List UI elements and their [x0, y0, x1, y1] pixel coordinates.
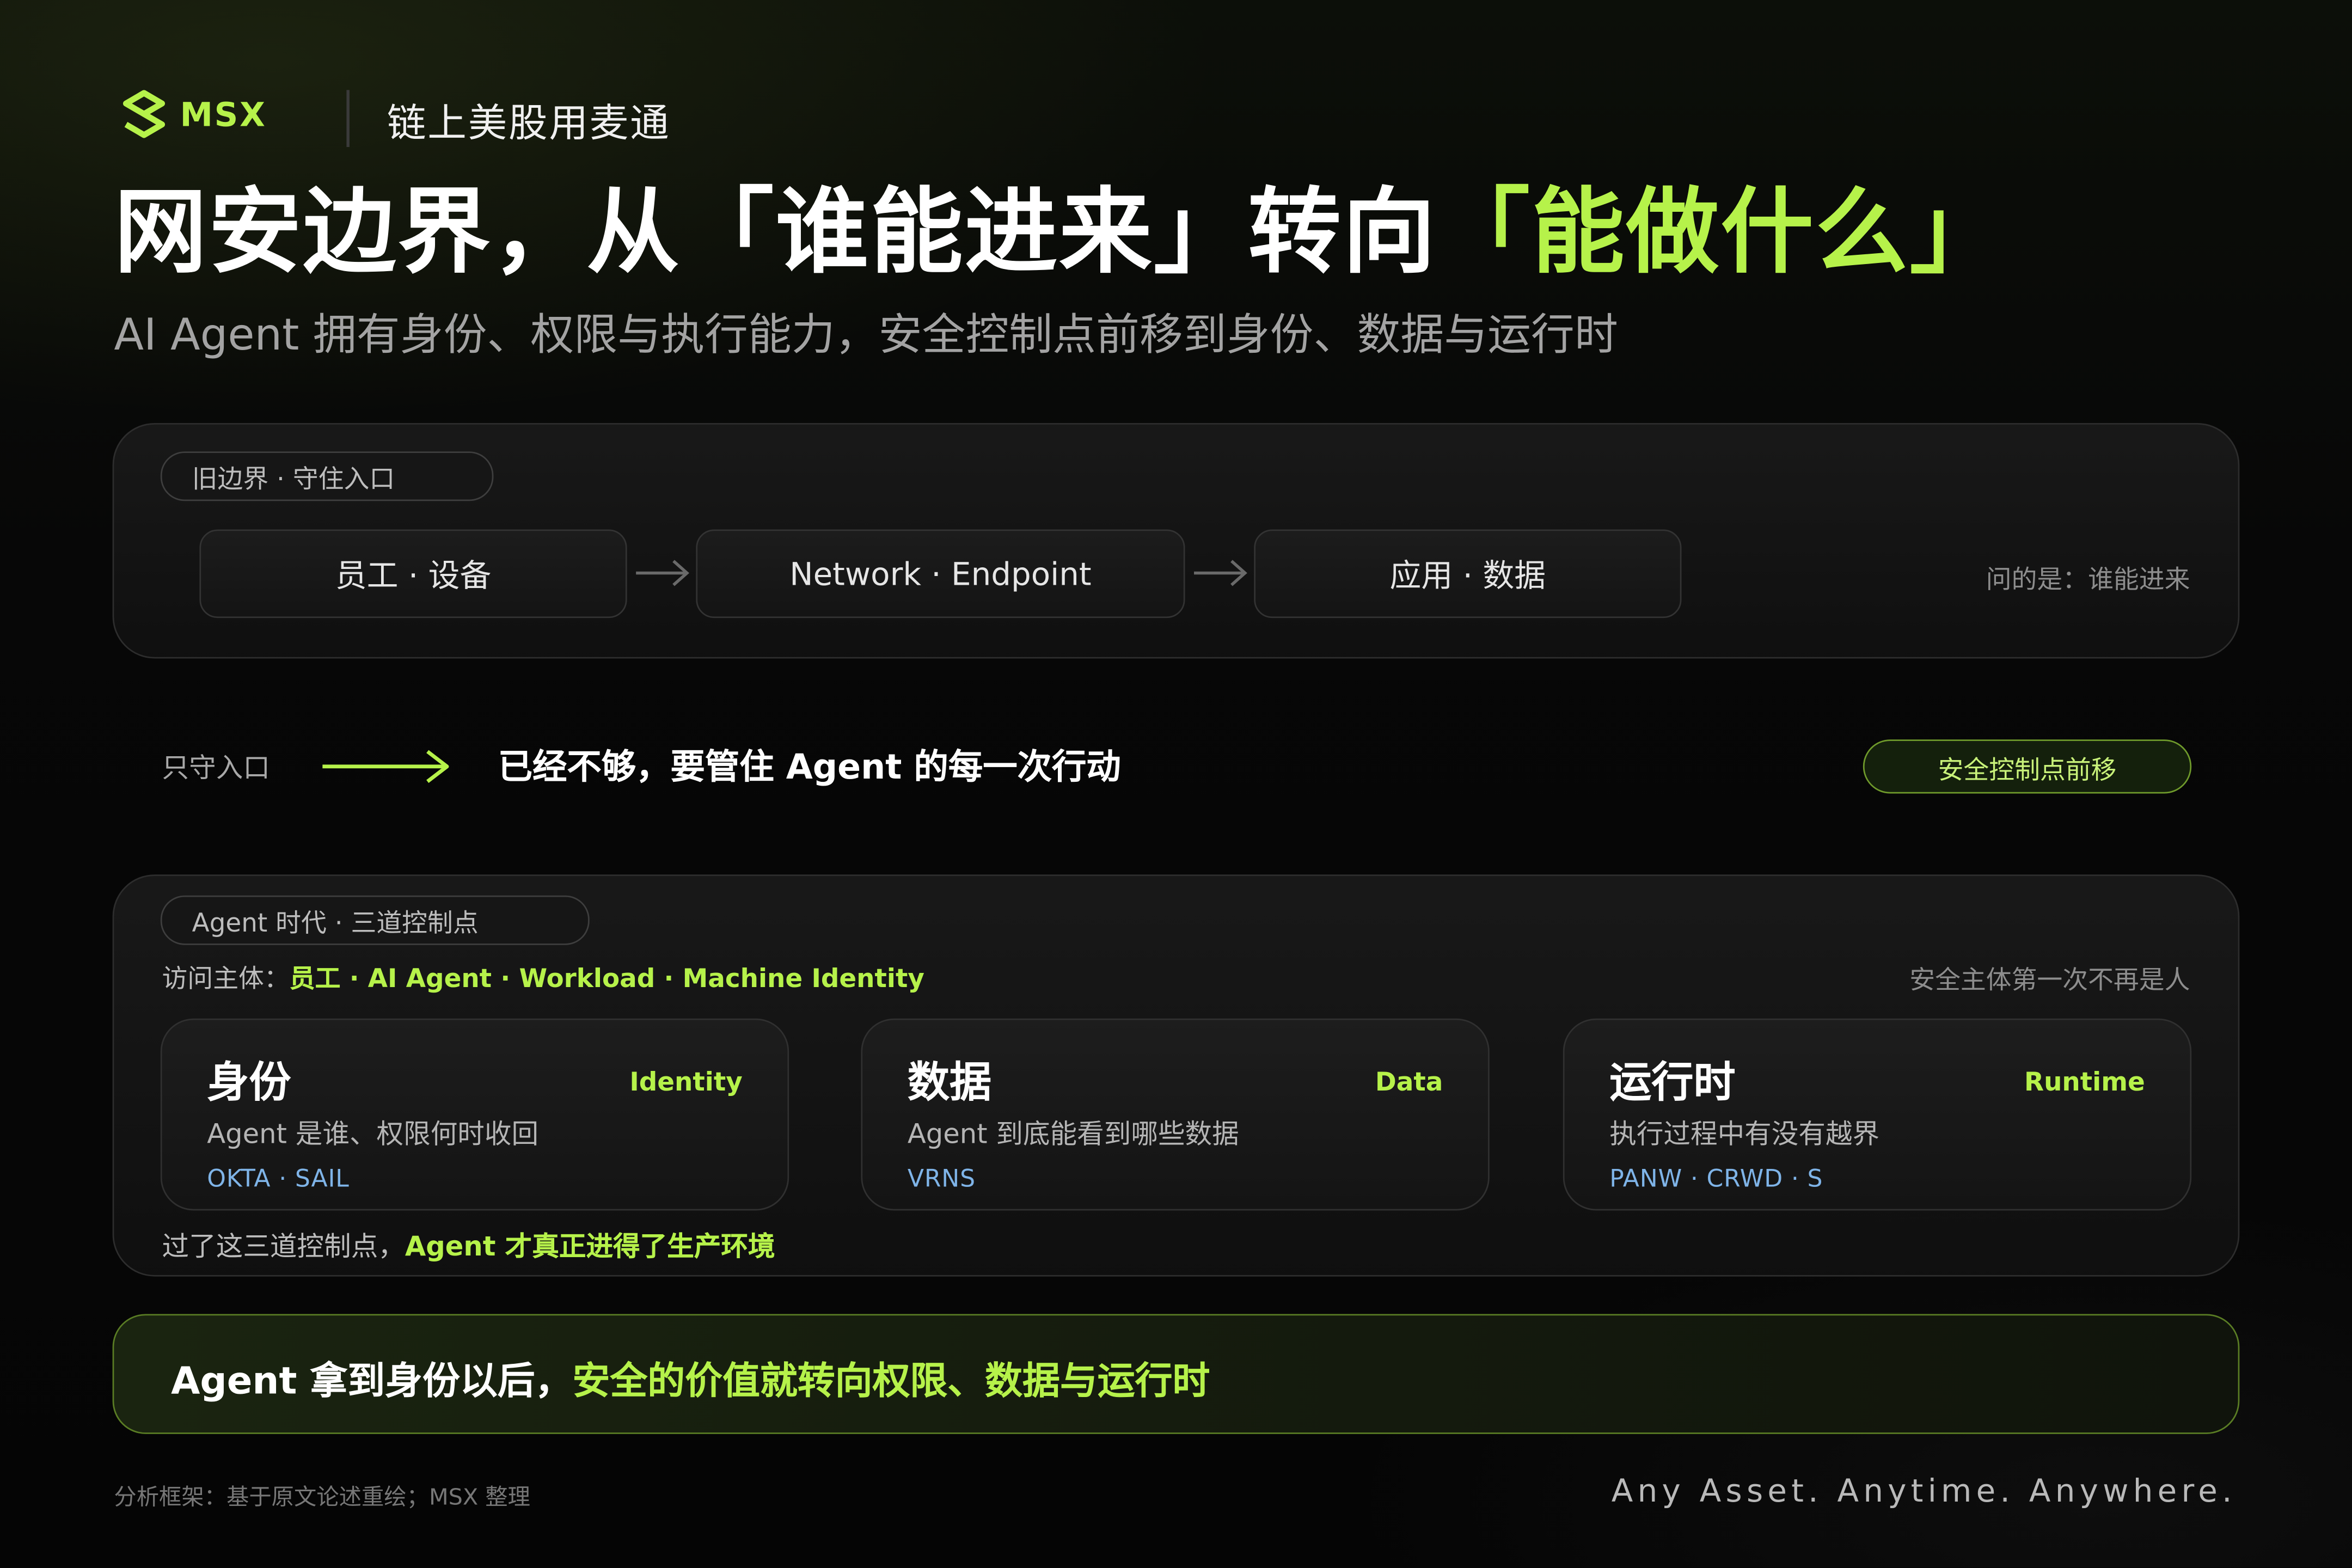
conclusion-callout: Agent 拿到身份以后，安全的价值就转向权限、数据与运行时 [112, 1314, 2240, 1434]
callout-text: Agent 拿到身份以后，安全的价值就转向权限、数据与运行时 [171, 1351, 1210, 1405]
card-title: 身份 [207, 1057, 291, 1107]
card-description: 执行过程中有没有越界 [1609, 1119, 1880, 1151]
transition-label: 只守入口 [162, 753, 270, 785]
control-card-runtime: 运行时 Runtime 执行过程中有没有越界 PANW · CRWD · S [1563, 1018, 2192, 1211]
callout-prefix: Agent 拿到身份以后， [171, 1359, 573, 1403]
logo-text: MSX [180, 96, 267, 134]
card-tag: Identity [629, 1068, 743, 1098]
arrow-right-icon [1194, 560, 1247, 586]
brand-logo: MSX [120, 90, 266, 141]
card-title: 数据 [907, 1057, 992, 1107]
flow-step-employees-devices: 员工 · 设备 [199, 529, 627, 618]
agent-era-note: 安全主体第一次不再是人 [1909, 966, 2190, 996]
card-tickers: OKTA · SAIL [207, 1163, 350, 1193]
transition-statement: 已经不够，要管住 Agent 的每一次行动 [498, 748, 1121, 788]
slide: MSX 链上美股用麦通 网安边界，从「谁能进来」转向「能做什么」 AI Agen… [0, 0, 2352, 1568]
access-subjects-prefix: 访问主体： [162, 964, 290, 995]
page-title: 网安边界，从「谁能进来」转向「能做什么」 [114, 177, 2004, 289]
transition-badge: 安全控制点前移 [1863, 739, 2192, 794]
access-subjects-list: 员工 · AI Agent · Workload · Machine Ident… [289, 964, 924, 995]
card-tickers: PANW · CRWD · S [1609, 1163, 1823, 1193]
card-title: 运行时 [1609, 1057, 1736, 1107]
agent-era-footer: 过了这三道控制点，Agent 才真正进得了生产环境 [162, 1226, 775, 1265]
page-title-part1: 网安边界，从「谁能进来」转向 [114, 177, 1437, 287]
old-boundary-label: 旧边界 · 守住入口 [160, 451, 494, 501]
card-tag: Data [1375, 1068, 1443, 1098]
page-title-highlight: 「能做什么」 [1437, 177, 2004, 287]
card-tag: Runtime [2024, 1068, 2145, 1098]
flow-step-apps-data: 应用 · 数据 [1254, 529, 1682, 618]
agent-era-footer-highlight: Agent 才真正进得了生产环境 [405, 1231, 775, 1263]
control-card-data: 数据 Data Agent 到底能看到哪些数据 VRNS [861, 1018, 1490, 1211]
card-description: Agent 是谁、权限何时收回 [207, 1119, 539, 1151]
card-tickers: VRNS [907, 1163, 976, 1193]
header-divider [346, 90, 350, 147]
brand-tagline: 链上美股用麦通 [387, 102, 671, 147]
card-description: Agent 到底能看到哪些数据 [907, 1119, 1239, 1151]
callout-highlight: 安全的价值就转向权限、数据与运行时 [572, 1359, 1210, 1403]
arrow-right-icon [322, 750, 449, 783]
access-subjects-line: 访问主体：员工 · AI Agent · Workload · Machine … [162, 957, 924, 995]
old-boundary-question: 问的是：谁能进来 [1986, 565, 2190, 596]
arrow-right-icon [636, 560, 689, 586]
flow-step-network-endpoint: Network · Endpoint [696, 529, 1185, 618]
page-subtitle: AI Agent 拥有身份、权限与执行能力，安全控制点前移到身份、数据与运行时 [114, 309, 1618, 360]
source-footnote: 分析框架：基于原文论述重绘；MSX 整理 [114, 1483, 530, 1511]
msx-logo-icon [122, 90, 166, 138]
agent-era-label: Agent 时代 · 三道控制点 [160, 895, 590, 945]
control-card-identity: 身份 Identity Agent 是谁、权限何时收回 OKTA · SAIL [160, 1018, 789, 1211]
brand-slogan: Any Asset. Anytime. Anywhere. [1611, 1473, 2237, 1509]
agent-era-footer-prefix: 过了这三道控制点， [162, 1231, 405, 1263]
